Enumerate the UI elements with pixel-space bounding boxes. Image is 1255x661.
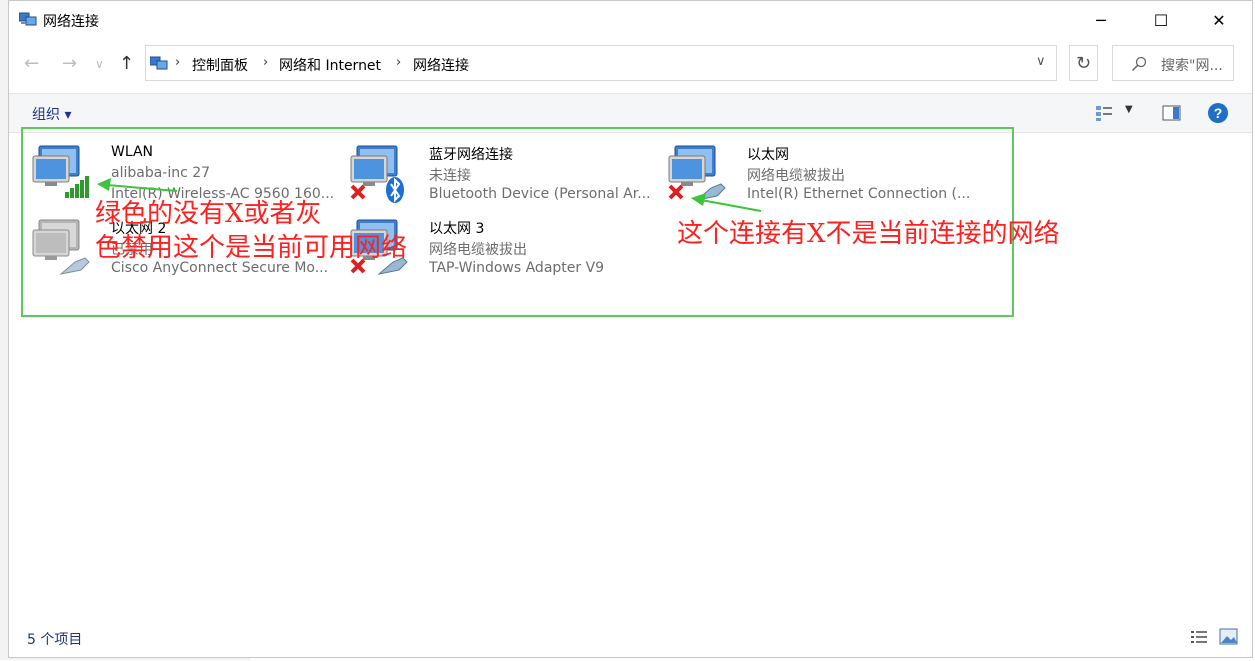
breadcrumb-network-connections[interactable]: 网络连接: [413, 55, 469, 75]
maximize-button[interactable]: ☐: [1131, 1, 1191, 39]
organize-menu[interactable]: 组织 ▾: [32, 104, 71, 124]
breadcrumb-control-panel[interactable]: 控制面板: [192, 55, 248, 75]
explorer-window: 网络连接 ─ ☐ ✕ ← → ∨ ↑ › 控制面板 › 网络和 Internet…: [8, 0, 1253, 658]
refresh-button[interactable]: ↻: [1069, 45, 1098, 81]
search-icon: [1131, 56, 1147, 72]
window-title: 网络连接: [43, 14, 99, 30]
breadcrumb-separator: ›: [396, 55, 402, 70]
up-icon[interactable]: ↑: [119, 53, 134, 74]
annotation-left-line1: 绿色的没有X或者灰: [95, 199, 322, 229]
change-view-icon[interactable]: [1095, 104, 1113, 122]
view-dropdown-icon[interactable]: ▼: [1125, 104, 1133, 115]
address-bar[interactable]: › 控制面板 › 网络和 Internet › 网络连接 ∨: [145, 45, 1057, 81]
close-button[interactable]: ✕: [1189, 1, 1249, 39]
recent-locations-icon[interactable]: ∨: [95, 57, 104, 71]
control-panel-icon: [150, 56, 168, 70]
address-dropdown-icon[interactable]: ∨: [1036, 54, 1046, 69]
breadcrumb-separator: ›: [263, 55, 269, 70]
network-connections-icon: [19, 12, 37, 26]
back-icon[interactable]: ←: [24, 53, 39, 74]
preview-pane-icon[interactable]: [1162, 105, 1181, 121]
svg-text:?: ?: [1214, 105, 1223, 121]
minimize-button[interactable]: ─: [1071, 1, 1131, 39]
status-bar: 5 个项目: [9, 621, 1252, 657]
title-bar: 网络连接 ─ ☐ ✕: [9, 1, 1252, 39]
forward-icon[interactable]: →: [62, 53, 77, 74]
item-count: 5 个项目: [27, 632, 83, 648]
large-icons-view-icon[interactable]: [1219, 628, 1238, 645]
search-box[interactable]: 搜索"网...: [1112, 45, 1234, 81]
breadcrumb-network-internet[interactable]: 网络和 Internet: [279, 55, 381, 75]
annotation-left-line2: 色禁用这个是当前可用网络: [95, 233, 408, 263]
annotation-right: 这个连接有X不是当前连接的网络: [677, 219, 1060, 249]
breadcrumb-separator: ›: [175, 55, 181, 70]
details-view-icon[interactable]: [1190, 629, 1208, 645]
help-icon[interactable]: ?: [1207, 102, 1229, 124]
search-placeholder: 搜索"网...: [1161, 58, 1223, 74]
